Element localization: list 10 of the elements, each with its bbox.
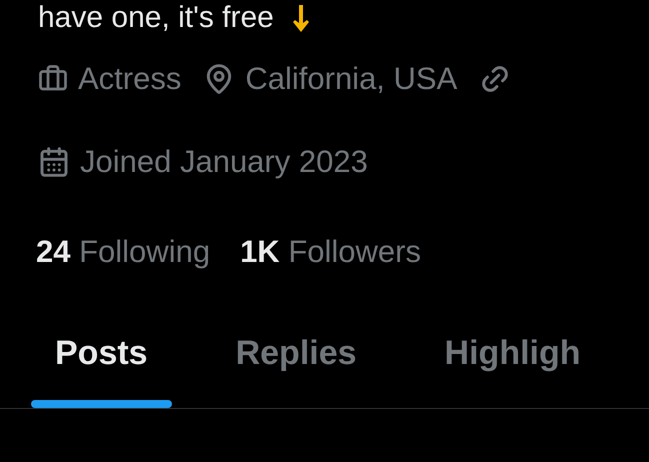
follow-stat-link[interactable]: 24 Following — [36, 229, 210, 276]
bio-text: have one, it's free — [38, 1, 274, 35]
profile-meta-text: California, USA — [245, 60, 458, 98]
profile-meta-text: Actress — [78, 60, 182, 98]
profile-tab[interactable]: Replies — [212, 336, 381, 408]
follow-stat-link[interactable]: 1K Followers — [240, 229, 421, 276]
profile-tab[interactable]: Highligh — [420, 336, 605, 408]
calendar-icon — [38, 146, 70, 178]
profile-tab[interactable]: Posts — [31, 336, 172, 408]
joined-date: Joined January 2023 — [80, 142, 368, 180]
